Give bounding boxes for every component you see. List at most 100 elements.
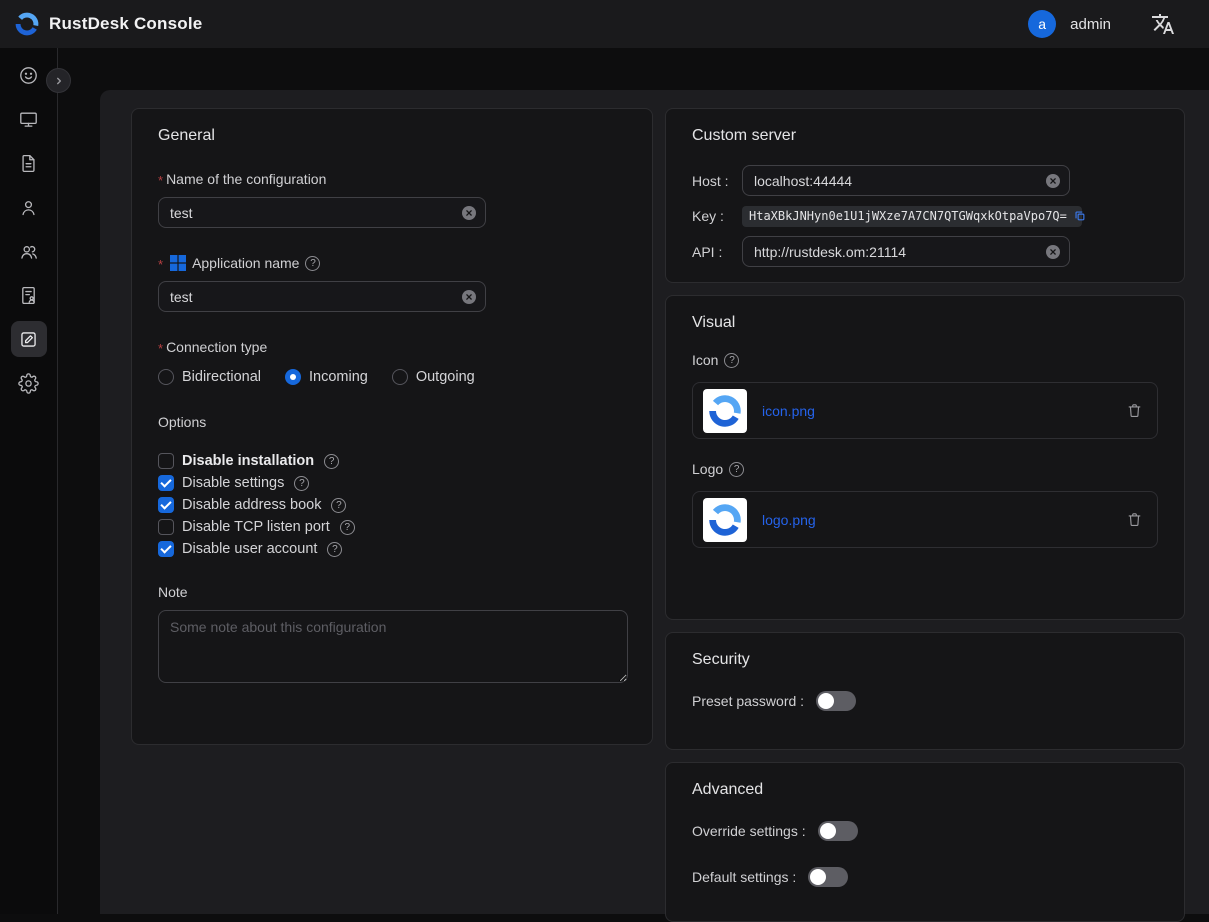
config-name-input[interactable] [158,197,486,228]
option-disable-settings[interactable]: Disable settings [158,472,626,494]
clear-icon[interactable] [1046,245,1060,259]
key-label: Key : [692,208,742,224]
user-icon [18,197,39,218]
visual-card: Visual Icon icon.png Logo logo.png [665,295,1185,620]
custom-server-card: Custom server Host : Key : HtaXBkJNHyn0e… [665,108,1185,283]
general-card: General Name of the configuration Applic… [131,108,653,745]
key-value: HtaXBkJNHyn0e1U1jWXze7A7CN7QTGWqxkOtpaVp… [749,209,1067,223]
override-settings-toggle[interactable] [818,821,858,841]
help-icon[interactable] [324,454,339,469]
option-disable-user-account[interactable]: Disable user account [158,538,626,560]
logo-label: Logo [692,461,723,477]
name-label: Name of the configuration [158,171,326,187]
icon-thumbnail [703,389,747,433]
monitor-icon [18,109,39,130]
trash-icon[interactable] [1126,402,1143,419]
brand: RustDesk Console [14,11,202,37]
radio-icon[interactable] [158,369,174,385]
help-icon[interactable] [305,256,320,271]
app-title: RustDesk Console [49,14,202,34]
help-icon[interactable] [294,476,309,491]
advanced-title: Advanced [692,781,1158,799]
security-title: Security [692,651,1158,669]
rustdesk-logo-icon [14,11,40,37]
sidebar-item-custom-client[interactable] [11,321,47,357]
users-icon [18,241,39,262]
sidebar [0,48,58,914]
general-title: General [158,127,626,145]
api-input[interactable] [742,236,1070,267]
file-user-icon [18,285,39,306]
default-settings-label: Default settings : [692,869,796,885]
radio-bidirectional[interactable]: Bidirectional [158,369,261,385]
sidebar-item-groups[interactable] [11,233,47,269]
app-header: RustDesk Console a admin [0,0,1209,48]
clear-icon[interactable] [1046,174,1060,188]
override-settings-label: Override settings : [692,823,806,839]
preset-password-toggle[interactable] [816,691,856,711]
icon-upload-row: icon.png [692,382,1158,439]
checkbox-icon[interactable] [158,519,174,535]
sidebar-item-documents[interactable] [11,145,47,181]
checkbox-icon[interactable] [158,497,174,513]
sidebar-item-settings[interactable] [11,365,47,401]
chevron-right-icon [52,74,66,88]
api-label: API : [692,244,742,260]
preset-password-label: Preset password : [692,693,804,709]
trash-icon[interactable] [1126,511,1143,528]
checkbox-icon[interactable] [158,541,174,557]
main-panel: General Name of the configuration Applic… [100,90,1209,914]
sidebar-item-user[interactable] [11,189,47,225]
help-icon[interactable] [724,353,739,368]
logo-upload-row: logo.png [692,491,1158,548]
checkbox-icon[interactable] [158,475,174,491]
help-icon[interactable] [327,542,342,557]
security-card: Security Preset password : [665,632,1185,750]
rustdesk-logo-icon [707,393,743,429]
sidebar-item-audit[interactable] [11,277,47,313]
windows-logo-icon [170,255,186,271]
connection-type-label: Connection type [158,339,267,355]
icon-label: Icon [692,352,718,368]
avatar[interactable]: a [1028,10,1056,38]
option-disable-installation[interactable]: Disable installation [158,450,626,472]
icon-file-link[interactable]: icon.png [762,403,815,419]
clear-icon[interactable] [462,290,476,304]
edit-icon [18,329,39,350]
required-marker [158,255,166,271]
advanced-card: Advanced Override settings : Default set… [665,762,1185,922]
sidebar-expand-button[interactable] [46,68,71,93]
note-textarea[interactable] [158,610,628,683]
rustdesk-logo-icon [707,502,743,538]
help-icon[interactable] [729,462,744,477]
host-input[interactable] [742,165,1070,196]
options-label: Options [158,414,626,430]
application-name-input[interactable] [158,281,486,312]
radio-incoming[interactable]: Incoming [285,369,368,385]
app-name-label: Application name [192,255,299,271]
sidebar-item-devices[interactable] [11,101,47,137]
visual-title: Visual [692,314,1158,332]
sidebar-item-smiley[interactable] [11,57,47,93]
gear-icon [18,373,39,394]
copy-icon[interactable] [1073,209,1087,223]
note-label: Note [158,584,626,600]
translate-icon[interactable] [1151,12,1175,36]
document-icon [18,153,39,174]
default-settings-toggle[interactable] [808,867,848,887]
radio-icon[interactable] [285,369,301,385]
custom-server-title: Custom server [692,127,1158,145]
option-disable-tcp-listen-port[interactable]: Disable TCP listen port [158,516,626,538]
clear-icon[interactable] [462,206,476,220]
help-icon[interactable] [331,498,346,513]
help-icon[interactable] [340,520,355,535]
radio-icon[interactable] [392,369,408,385]
smiley-icon [18,65,39,86]
radio-outgoing[interactable]: Outgoing [392,369,475,385]
key-value-chip: HtaXBkJNHyn0e1U1jWXze7A7CN7QTGWqxkOtpaVp… [742,206,1082,227]
username[interactable]: admin [1070,16,1111,33]
checkbox-icon[interactable] [158,453,174,469]
option-disable-address-book[interactable]: Disable address book [158,494,626,516]
logo-thumbnail [703,498,747,542]
logo-file-link[interactable]: logo.png [762,512,816,528]
